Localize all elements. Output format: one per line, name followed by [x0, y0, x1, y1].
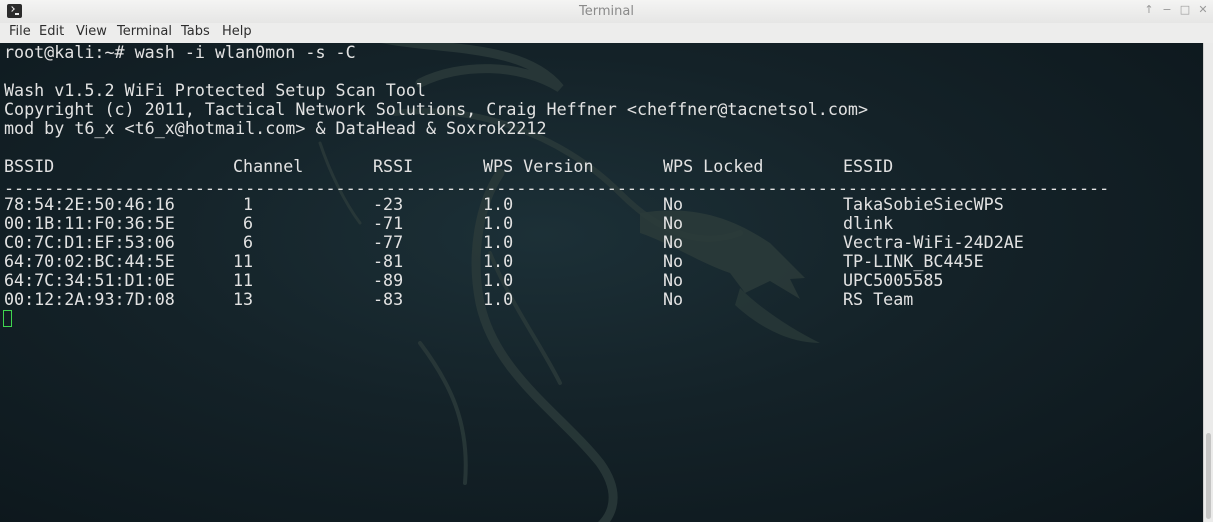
copyright-line: Copyright (c) 2011, Tactical Network Sol…: [4, 99, 869, 119]
tool-banner: Wash v1.5.2 WiFi Protected Setup Scan To…: [4, 80, 426, 100]
row-wps-locked: No: [663, 213, 684, 233]
row-bssid: 78:54:2E:50:46:16: [4, 194, 175, 214]
restore-icon[interactable]: −: [1160, 3, 1174, 16]
credits-line: mod by t6_x <t6_x@hotmail.com> & DataHea…: [4, 118, 547, 138]
row-bssid: 00:1B:11:F0:36:5E: [4, 213, 175, 233]
row-bssid: C0:7C:D1:EF:53:06: [4, 232, 175, 252]
row-essid: TP-LINK_BC445E: [843, 251, 984, 271]
row-wps-locked: No: [663, 251, 684, 271]
row-rssi: -77: [373, 232, 404, 252]
row-channel: 6: [243, 213, 254, 233]
row-channel: 11: [233, 251, 254, 271]
row-bssid: 00:12:2A:93:7D:08: [4, 289, 175, 309]
row-rssi: -81: [373, 251, 404, 271]
menu-tabs[interactable]: Tabs: [180, 24, 211, 40]
command-prompt: root@kali:~# wash -i wlan0mon -s -C: [4, 43, 356, 62]
row-channel: 11: [233, 270, 254, 290]
row-wps-locked: No: [663, 232, 684, 252]
row-essid: Vectra-WiFi-24D2AE: [843, 232, 1024, 252]
row-wps-version: 1.0: [483, 251, 514, 271]
terminal-window: Terminal ↑ − □ ✕ File Edit View Terminal…: [0, 0, 1213, 522]
menu-file[interactable]: File: [8, 24, 32, 40]
terminal-output[interactable]: root@kali:~# wash -i wlan0mon -s -C Wash…: [0, 43, 1203, 522]
row-wps-locked: No: [663, 289, 684, 309]
column-header-wps-version: WPS Version: [483, 156, 594, 176]
column-header-bssid: BSSID: [4, 156, 55, 176]
menu-bar: File Edit View Terminal Tabs Help: [0, 23, 1213, 44]
row-wps-version: 1.0: [483, 232, 514, 252]
row-essid: UPC5005585: [843, 270, 944, 290]
close-icon[interactable]: ✕: [1196, 3, 1210, 16]
maximize-icon[interactable]: □: [1178, 3, 1192, 16]
title-bar[interactable]: Terminal ↑ − □ ✕: [0, 0, 1213, 23]
row-wps-locked: No: [663, 270, 684, 290]
menu-terminal[interactable]: Terminal: [116, 24, 173, 40]
menu-edit[interactable]: Edit: [38, 24, 65, 40]
row-bssid: 64:7C:34:51:D1:0E: [4, 270, 175, 290]
row-wps-version: 1.0: [483, 289, 514, 309]
row-essid: dlink: [843, 213, 894, 233]
column-header-rssi: RSSI: [373, 156, 414, 176]
vertical-scrollbar[interactable]: [1203, 43, 1213, 522]
terminal-cursor: [3, 310, 12, 327]
menu-view[interactable]: View: [75, 24, 108, 40]
window-title: Terminal: [579, 4, 634, 19]
minimize-icon[interactable]: ↑: [1142, 3, 1156, 16]
menu-help[interactable]: Help: [221, 24, 253, 40]
scrollbar-thumb[interactable]: [1206, 433, 1211, 519]
row-wps-locked: No: [663, 194, 684, 214]
row-channel: 1: [243, 194, 254, 214]
row-rssi: -23: [373, 194, 404, 214]
column-header-wps-locked: WPS Locked: [663, 156, 764, 176]
column-header-essid: ESSID: [843, 156, 894, 176]
row-essid: TakaSobieSiecWPS: [843, 194, 1004, 214]
row-channel: 13: [233, 289, 254, 309]
row-rssi: -89: [373, 270, 404, 290]
row-wps-version: 1.0: [483, 213, 514, 233]
row-rssi: -71: [373, 213, 404, 233]
row-bssid: 64:70:02:BC:44:5E: [4, 251, 175, 271]
row-wps-version: 1.0: [483, 270, 514, 290]
row-essid: RS Team: [843, 289, 914, 309]
column-header-channel: Channel: [233, 156, 304, 176]
row-rssi: -83: [373, 289, 404, 309]
row-wps-version: 1.0: [483, 194, 514, 214]
row-channel: 6: [243, 232, 254, 252]
